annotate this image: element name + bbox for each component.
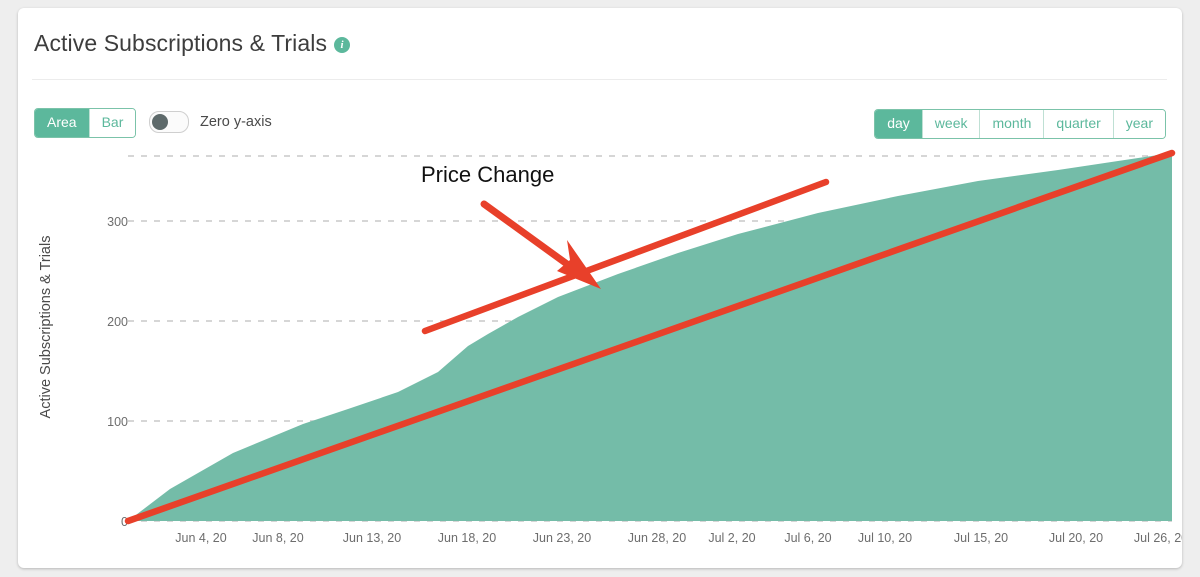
x-tick-9: Jul 15, 20 bbox=[953, 531, 1009, 545]
x-tick-11: Jul 26, 20 bbox=[1133, 531, 1182, 545]
price-change-arrow bbox=[480, 200, 601, 289]
zero-y-axis-toggle-wrap: Zero y-axis bbox=[149, 111, 272, 133]
page-title: Active Subscriptions & Trials i bbox=[34, 30, 351, 57]
zero-y-axis-label: Zero y-axis bbox=[200, 114, 272, 130]
chart-plot-container: Active Subscriptions & Trials 300 200 10… bbox=[18, 134, 1182, 568]
info-icon[interactable]: i bbox=[334, 37, 351, 53]
x-tick-2: Jun 13, 20 bbox=[342, 531, 402, 545]
price-change-annotation: Price Change bbox=[421, 162, 555, 187]
card-header: Active Subscriptions & Trials i bbox=[18, 8, 1182, 80]
x-tick-3: Jun 18, 20 bbox=[437, 531, 497, 545]
page-title-text: Active Subscriptions & Trials bbox=[34, 30, 328, 56]
toggle-knob bbox=[152, 114, 168, 130]
chart-type-area-button[interactable]: Area bbox=[35, 109, 90, 137]
zero-y-axis-toggle[interactable] bbox=[149, 111, 189, 133]
header-divider bbox=[32, 79, 1167, 80]
x-tick-8: Jul 10, 20 bbox=[857, 531, 913, 545]
x-tick-10: Jul 20, 20 bbox=[1048, 531, 1104, 545]
x-tick-4: Jun 23, 20 bbox=[532, 531, 592, 545]
chart-card: Active Subscriptions & Trials i Area Bar … bbox=[18, 8, 1182, 568]
x-tick-1: Jun 8, 20 bbox=[252, 531, 304, 545]
chart-type-bar-button[interactable]: Bar bbox=[89, 109, 136, 137]
chart-graphic bbox=[124, 149, 1176, 525]
controls-bar: Area Bar Zero y-axis day week month quar… bbox=[18, 94, 1182, 139]
